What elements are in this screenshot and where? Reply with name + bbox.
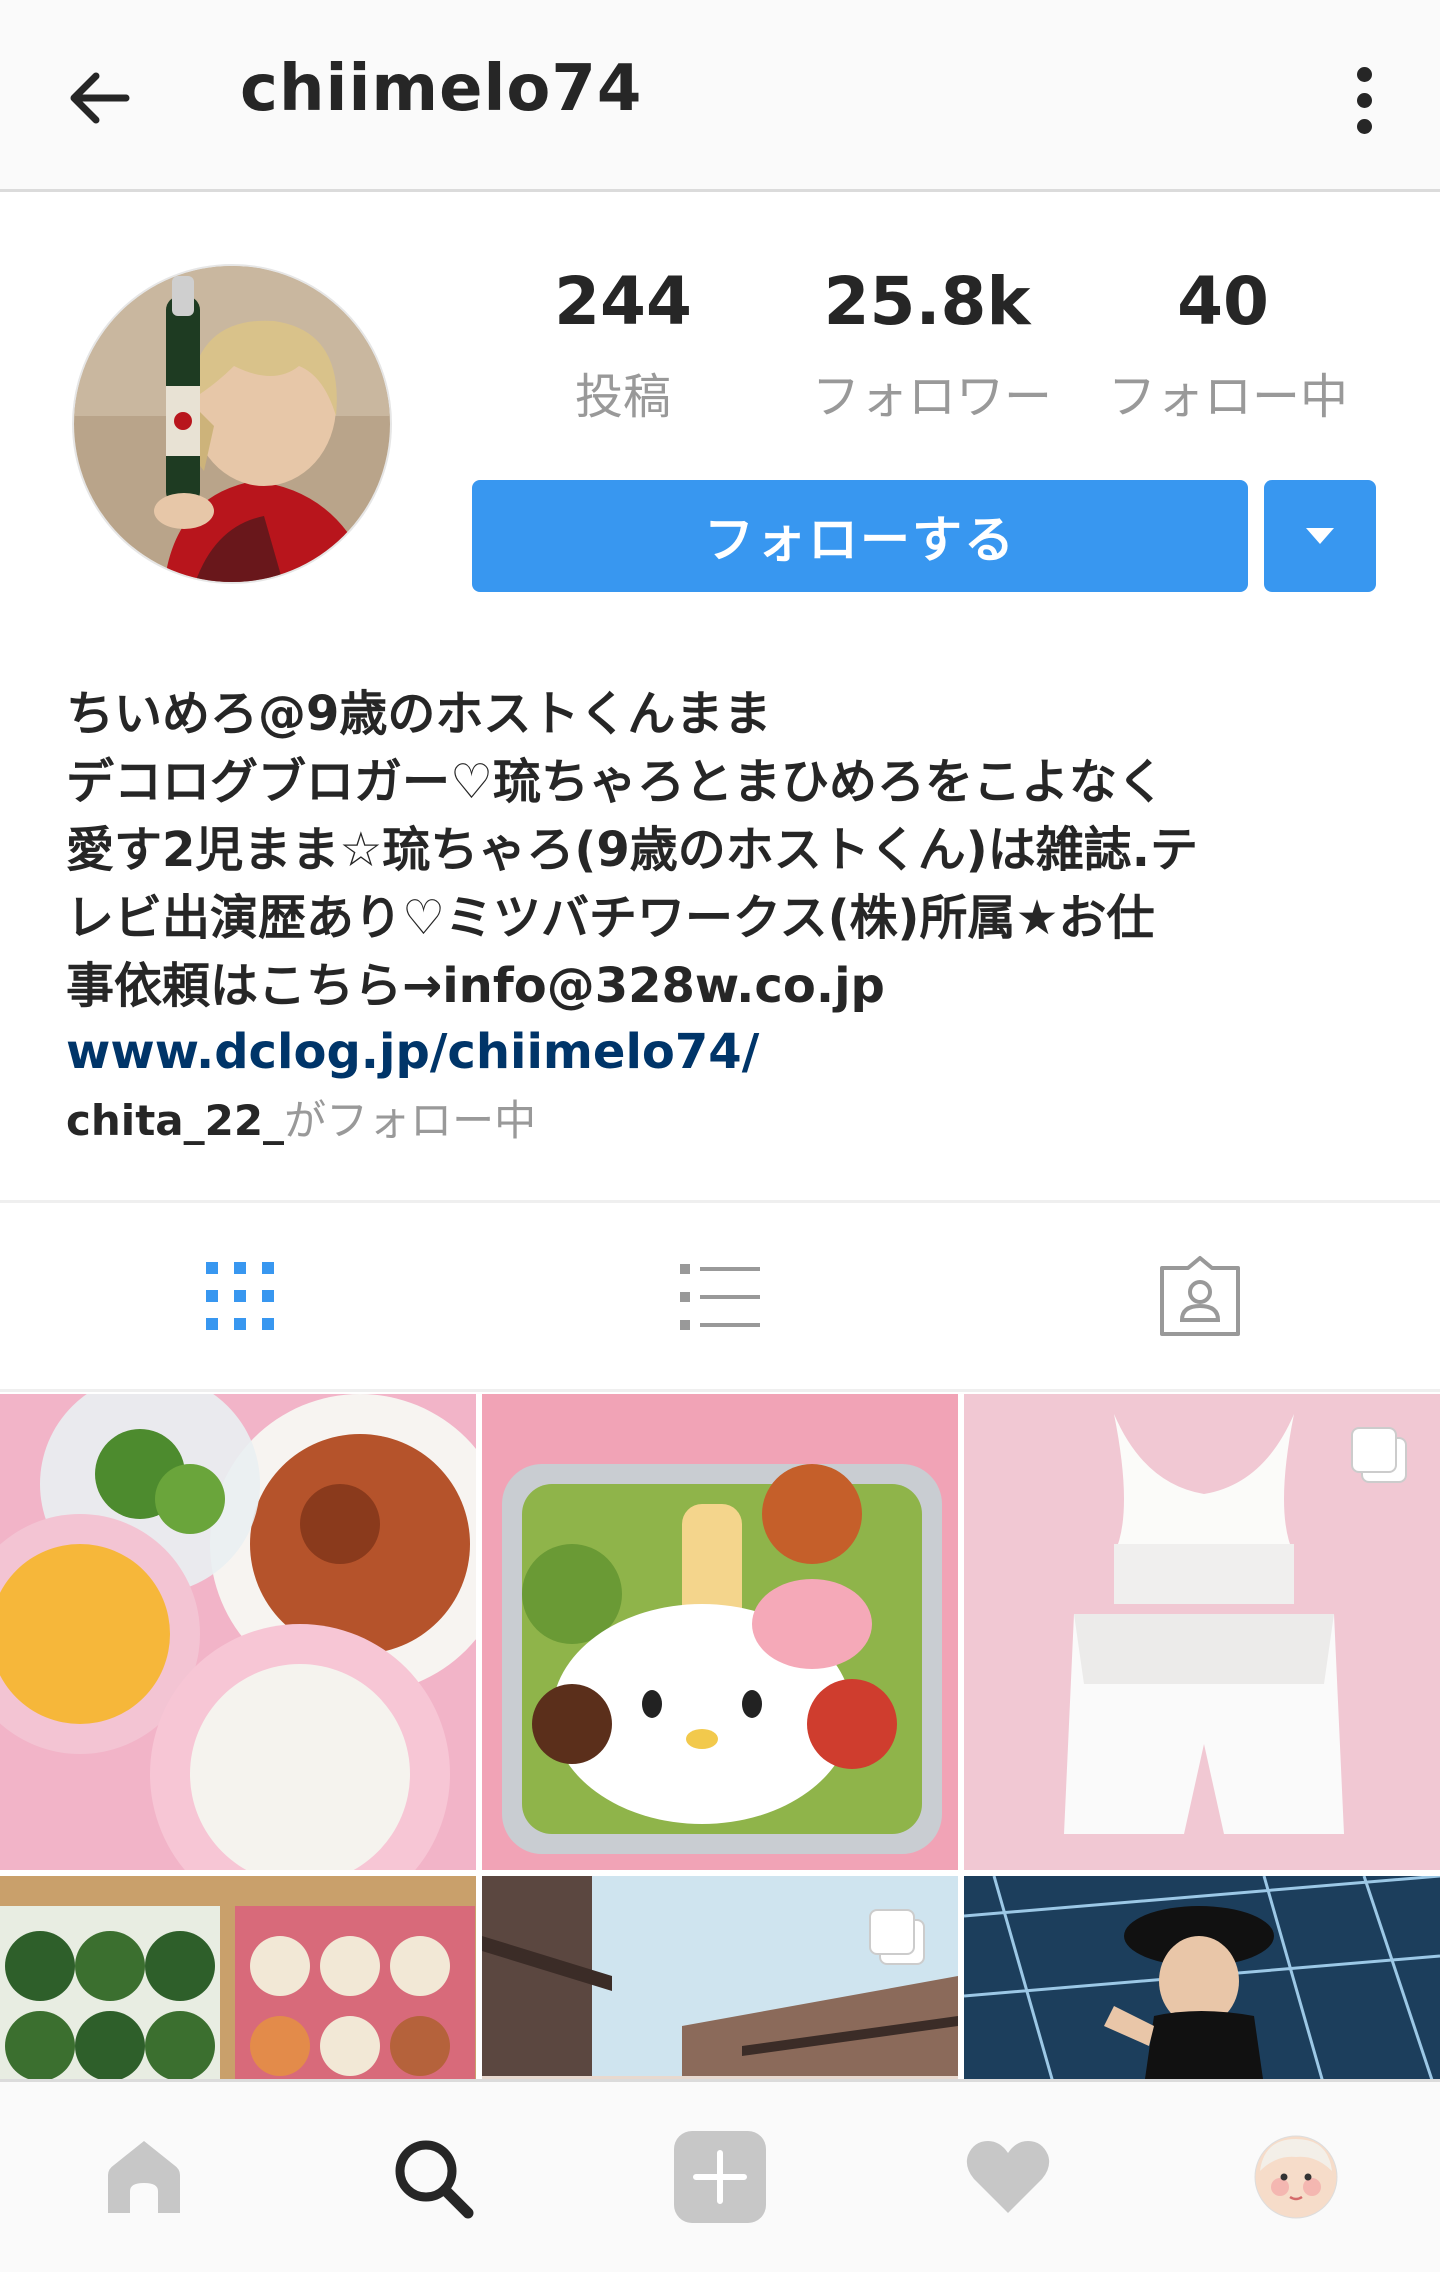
tab-grid-view[interactable] bbox=[0, 1203, 480, 1389]
search-icon bbox=[395, 2140, 474, 2219]
heart-icon bbox=[966, 2141, 1050, 2213]
tagged-photos-icon bbox=[1160, 1256, 1240, 1336]
post-thumbnail[interactable] bbox=[482, 1394, 958, 1870]
multiple-photos-icon bbox=[1351, 1427, 1407, 1483]
more-vertical-icon bbox=[1356, 66, 1372, 82]
bio-full-name: ちいめろ@9歳のホストくんまま bbox=[66, 686, 772, 742]
posts-label: 投稿 bbox=[574, 368, 671, 425]
followers-label: フォロワー bbox=[812, 368, 1053, 425]
multiple-photos-icon bbox=[869, 1909, 925, 1965]
top-app-bar: chiimelo74 bbox=[0, 0, 1440, 192]
profile-bio: ちいめろ@9歳のホストくんまま デコログブロガー♡琉ちゃろとまひめろをこよなく … bbox=[66, 680, 1386, 1156]
followed-by-username[interactable]: chita_22_ bbox=[66, 1096, 284, 1145]
nav-activity[interactable] bbox=[864, 2082, 1152, 2272]
followed-by-suffix: がフォロー中 bbox=[284, 1096, 537, 1145]
profile-avatar-icon bbox=[1254, 2135, 1338, 2219]
add-post-icon bbox=[674, 2131, 766, 2223]
post-thumbnail[interactable] bbox=[482, 1876, 958, 2079]
tab-list-view[interactable] bbox=[480, 1203, 960, 1389]
followed-by-line[interactable]: chita_22_がフォロー中 bbox=[66, 1086, 1386, 1156]
nav-search[interactable] bbox=[288, 2082, 576, 2272]
posts-count: 244 bbox=[554, 263, 692, 340]
photo-grid bbox=[0, 1394, 1440, 2079]
arrow-left-icon bbox=[70, 72, 130, 124]
back-button[interactable] bbox=[52, 50, 148, 146]
list-icon bbox=[680, 1264, 760, 1330]
post-thumbnail[interactable] bbox=[964, 1394, 1440, 1870]
followers-stat[interactable]: 25.8k フォロワー bbox=[812, 263, 1053, 427]
home-icon bbox=[108, 2141, 180, 2213]
bio-description: デコログブロガー♡琉ちゃろとまひめろをこよなく 愛す2児まま☆琉ちゃろ(9歳のホ… bbox=[66, 754, 1198, 1014]
caret-down-icon bbox=[1306, 528, 1334, 544]
nav-home[interactable] bbox=[0, 2082, 288, 2272]
nav-new-post[interactable] bbox=[576, 2082, 864, 2272]
suggested-accounts-dropdown-button[interactable] bbox=[1264, 480, 1376, 592]
following-label: フォロー中 bbox=[1108, 368, 1349, 425]
grid-icon bbox=[206, 1262, 274, 1330]
post-thumbnail[interactable] bbox=[964, 1876, 1440, 2079]
bottom-navigation-bar bbox=[0, 2079, 1440, 2272]
posts-stat: 244 投稿 bbox=[508, 263, 738, 427]
more-options-button[interactable] bbox=[1324, 52, 1404, 148]
follow-button[interactable]: フォローする bbox=[472, 480, 1248, 592]
bio-website-link[interactable]: www.dclog.jp/chiimelo74/ bbox=[66, 1020, 1386, 1084]
following-count: 40 bbox=[1177, 263, 1269, 340]
post-thumbnail[interactable] bbox=[0, 1394, 476, 1870]
profile-username-title: chiimelo74 bbox=[240, 52, 643, 126]
tab-tagged-photos[interactable] bbox=[960, 1203, 1440, 1389]
post-thumbnail[interactable] bbox=[0, 1876, 476, 2079]
nav-profile[interactable] bbox=[1152, 2082, 1440, 2272]
profile-view-tabs bbox=[0, 1200, 1440, 1392]
following-stat[interactable]: 40 フォロー中 bbox=[1108, 263, 1349, 427]
profile-avatar[interactable] bbox=[72, 264, 392, 584]
followers-count: 25.8k bbox=[823, 263, 1031, 340]
